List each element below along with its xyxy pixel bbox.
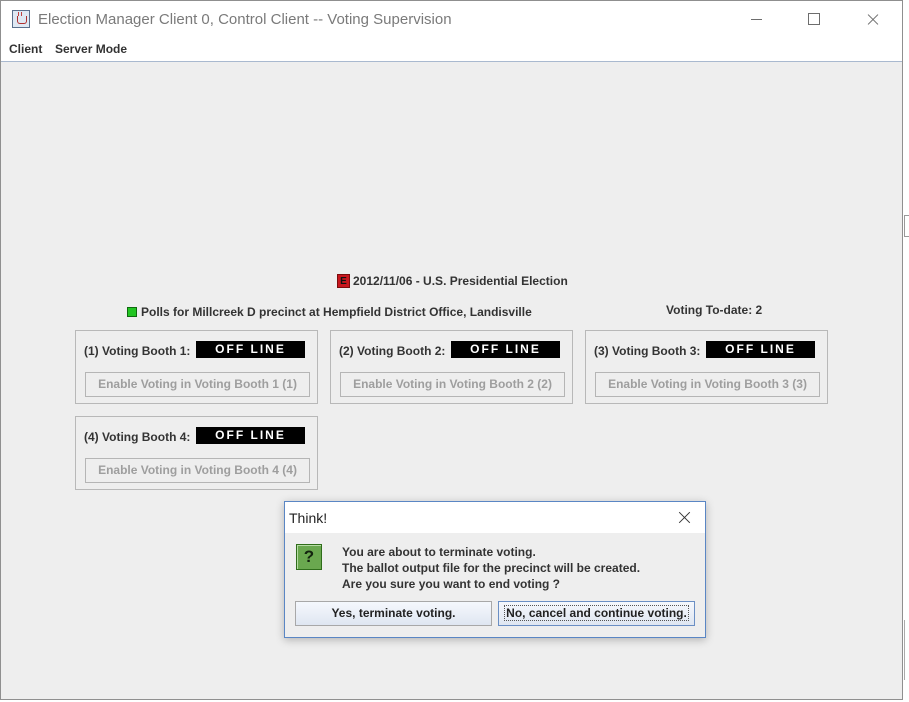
close-window-button[interactable] — [849, 1, 895, 39]
polls-open-indicator-icon — [127, 306, 137, 317]
booth-label: (1) Voting Booth 1: — [84, 344, 191, 358]
booth-status-badge: OFF LINE — [196, 427, 305, 444]
election-title: 2012/11/06 - U.S. Presidential Election — [353, 273, 568, 288]
booth-status-badge: OFF LINE — [196, 341, 305, 358]
no-cancel-button[interactable]: No, cancel and continue voting. — [498, 601, 695, 626]
no-cancel-label: No, cancel and continue voting. — [504, 605, 689, 621]
confirm-dialog: Think! ? You are about to terminate voti… — [284, 501, 706, 638]
menu-server-mode[interactable]: Server Mode — [55, 42, 127, 56]
enable-booth-3-button[interactable]: Enable Voting in Voting Booth 3 (3) — [595, 372, 820, 397]
voting-booth-panel-2: (2) Voting Booth 2: OFF LINE Enable Voti… — [330, 330, 573, 404]
polls-status: Polls for Millcreek D precinct at Hempfi… — [127, 303, 532, 321]
voting-booth-panel-4: (4) Voting Booth 4: OFF LINE Enable Voti… — [75, 416, 318, 490]
voting-todate: Voting To-date: 2 — [666, 303, 763, 317]
minimize-button[interactable] — [733, 1, 779, 39]
maximize-button[interactable] — [791, 1, 837, 39]
background-desktop — [903, 0, 909, 702]
voting-booth-panel-3: (3) Voting Booth 3: OFF LINE Enable Voti… — [585, 330, 828, 404]
election-icon: E — [337, 273, 350, 288]
voting-booth-panel-1: (1) Voting Booth 1: OFF LINE Enable Voti… — [75, 330, 318, 404]
menu-client[interactable]: Client — [9, 42, 42, 56]
menu-bar: Client Server Mode — [1, 39, 902, 62]
dialog-title: Think! — [289, 510, 328, 526]
yes-terminate-button[interactable]: Yes, terminate voting. — [295, 601, 492, 626]
main-window: Election Manager Client 0, Control Clien… — [0, 0, 903, 700]
booth-label: (3) Voting Booth 3: — [594, 344, 701, 358]
dialog-message-line: The ballot output file for the precinct … — [342, 561, 641, 575]
polls-text: Polls for Millcreek D precinct at Hempfi… — [141, 304, 532, 319]
booth-status-badge: OFF LINE — [706, 341, 815, 358]
enable-booth-2-button[interactable]: Enable Voting in Voting Booth 2 (2) — [340, 372, 565, 397]
title-bar: Election Manager Client 0, Control Clien… — [1, 1, 902, 39]
background-window-edge — [904, 620, 909, 680]
window-title: Election Manager Client 0, Control Clien… — [38, 11, 452, 28]
dialog-message-line: Are you sure you want to end voting ? — [342, 577, 561, 591]
election-header: E 2012/11/06 - U.S. Presidential Election — [337, 272, 568, 288]
booth-label: (4) Voting Booth 4: — [84, 430, 191, 444]
dialog-close-icon[interactable] — [669, 506, 699, 530]
dialog-title-bar: Think! — [285, 502, 705, 533]
enable-booth-4-button[interactable]: Enable Voting in Voting Booth 4 (4) — [85, 458, 310, 483]
question-icon: ? — [296, 544, 322, 570]
background-window-edge — [904, 215, 909, 237]
dialog-message-line: You are about to terminate voting. — [342, 545, 536, 559]
java-app-icon — [12, 10, 30, 28]
enable-booth-1-button[interactable]: Enable Voting in Voting Booth 1 (1) — [85, 372, 310, 397]
booth-status-badge: OFF LINE — [451, 341, 560, 358]
booth-label: (2) Voting Booth 2: — [339, 344, 446, 358]
